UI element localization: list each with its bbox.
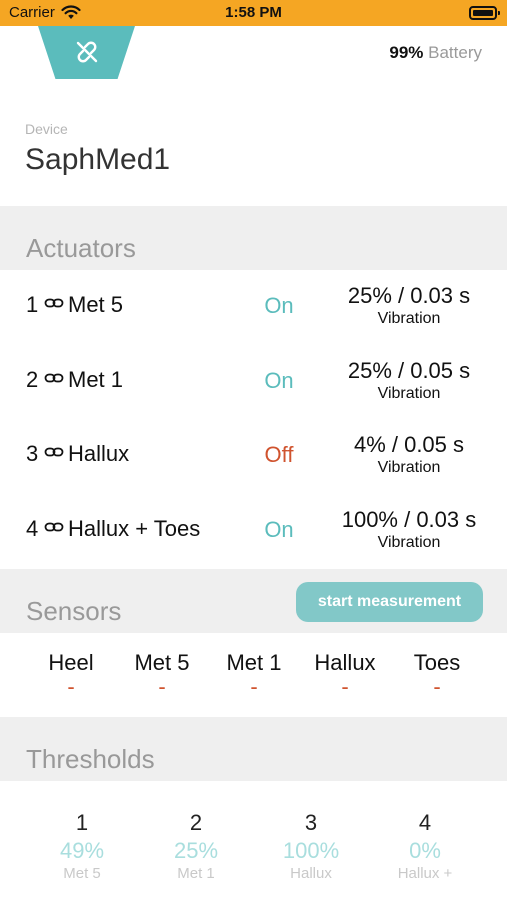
sensor-value: - — [158, 674, 166, 699]
sensor-name: Toes — [413, 650, 461, 675]
actuators-title: Actuators — [26, 233, 136, 263]
battery-percentage: 99% — [389, 43, 424, 62]
actuator-name: Met 5 — [68, 292, 124, 317]
actuator-number: 2 — [26, 367, 39, 392]
sensor-item: Toes - — [391, 650, 483, 699]
start-measurement-button[interactable]: start measurement — [296, 582, 483, 622]
link-icon — [44, 296, 64, 315]
sensor-item: Hallux - — [299, 650, 391, 699]
actuator-state[interactable]: On — [250, 517, 308, 543]
threshold-number: 1 — [75, 810, 89, 835]
threshold-item[interactable]: 1 49% Met 5 — [26, 810, 138, 882]
actuator-number: 1 — [26, 292, 39, 317]
threshold-name: Hallux — [290, 865, 332, 882]
actuator-row[interactable]: 2 Met 1 On 25% / 0.05 s Vibration — [0, 345, 507, 419]
actuators-section-header: Actuators — [0, 206, 507, 270]
actuator-state[interactable]: On — [250, 293, 308, 319]
link-icon — [44, 445, 64, 464]
sensor-value: - — [250, 674, 258, 699]
threshold-name: Met 1 — [177, 865, 215, 882]
clock: 1:58 PM — [225, 4, 282, 21]
actuator-value: 100% / 0.03 s — [341, 507, 477, 532]
device-name: SaphMed1 — [25, 143, 171, 176]
actuator-mode: Vibration — [377, 534, 441, 551]
actuator-number: 4 — [26, 516, 39, 541]
sensors-title: Sensors — [26, 596, 122, 626]
sensor-name: Heel — [48, 650, 94, 675]
actuator-row[interactable]: 1 Met 5 On 25% / 0.03 s Vibration — [0, 270, 507, 344]
actuator-name: Hallux + Toes — [68, 516, 201, 541]
threshold-percentage: 49% — [59, 838, 105, 863]
actuator-name: Hallux — [68, 441, 130, 466]
sensor-item: Met 1 - — [208, 650, 300, 699]
threshold-percentage: 0% — [409, 838, 441, 863]
battery-label: Battery — [428, 43, 482, 62]
unlink-icon — [76, 41, 98, 63]
actuator-row[interactable]: 4 Hallux + Toes On 100% / 0.03 s Vibrati… — [0, 494, 507, 568]
sensor-value: - — [67, 674, 75, 699]
actuator-state[interactable]: On — [250, 368, 308, 394]
link-icon — [44, 371, 64, 390]
threshold-name: Hallux + — [397, 865, 453, 882]
sensor-name: Met 1 — [226, 650, 282, 675]
connect-button[interactable] — [38, 26, 135, 79]
actuator-mode: Vibration — [377, 459, 441, 476]
battery-status: 99% Battery — [389, 43, 482, 63]
actuator-value: 4% / 0.05 s — [353, 432, 465, 457]
actuator-state[interactable]: Off — [250, 442, 308, 468]
threshold-number: 4 — [418, 810, 432, 835]
threshold-percentage: 100% — [282, 838, 340, 863]
threshold-percentage: 25% — [173, 838, 219, 863]
sensor-value: - — [341, 674, 349, 699]
status-bar: Carrier 1:58 PM — [0, 0, 507, 26]
device-label: Device — [25, 121, 68, 137]
sensor-item: Met 5 - — [116, 650, 208, 699]
threshold-item[interactable]: 3 100% Hallux — [255, 810, 367, 882]
actuator-mode: Vibration — [377, 310, 441, 327]
battery-icon — [469, 6, 500, 20]
actuator-value: 25% / 0.05 s — [347, 358, 471, 383]
threshold-number: 3 — [304, 810, 318, 835]
thresholds-section-header: Thresholds — [0, 717, 507, 781]
sensor-item: Heel - — [25, 650, 117, 699]
thresholds-title: Thresholds — [26, 744, 155, 774]
actuator-value: 25% / 0.03 s — [347, 283, 471, 308]
actuator-name: Met 1 — [68, 367, 124, 392]
threshold-item[interactable]: 2 25% Met 1 — [140, 810, 252, 882]
sensor-value: - — [433, 674, 441, 699]
link-icon — [44, 520, 64, 539]
actuator-number: 3 — [26, 441, 39, 466]
threshold-name: Met 5 — [63, 865, 101, 882]
actuator-row[interactable]: 3 Hallux Off 4% / 0.05 s Vibration — [0, 419, 507, 493]
threshold-item[interactable]: 4 0% Hallux + — [369, 810, 481, 882]
actuator-mode: Vibration — [377, 385, 441, 402]
sensor-name: Hallux — [314, 650, 376, 675]
sensor-name: Met 5 — [134, 650, 190, 675]
threshold-number: 2 — [189, 810, 203, 835]
